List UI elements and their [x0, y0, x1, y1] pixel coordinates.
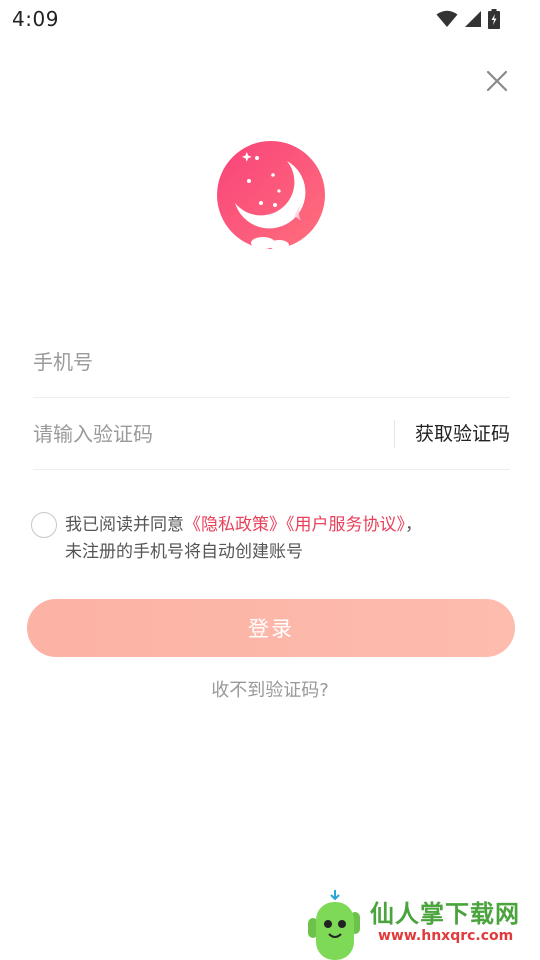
- login-button[interactable]: 登录: [27, 599, 515, 657]
- phone-input[interactable]: [33, 326, 510, 398]
- signal-icon: [464, 10, 482, 28]
- get-code-button[interactable]: 获取验证码: [415, 398, 510, 470]
- no-code-help-link[interactable]: 收不到验证码?: [0, 676, 540, 702]
- watermark: 仙人掌下载网 www.hnxqrc.com: [300, 888, 540, 960]
- watermark-text: 仙人掌下载网: [370, 900, 520, 928]
- watermark-url: www.hnxqrc.com: [378, 928, 514, 944]
- app-logo: [217, 141, 325, 250]
- phone-field: [33, 326, 510, 398]
- status-icons: [436, 9, 500, 29]
- agreement-checkbox[interactable]: [31, 512, 57, 538]
- login-screen: 4:09 手机号 请输入验证码 获取验证码 我已阅读并同意《隐私政策》《用户服务…: [0, 0, 540, 960]
- privacy-policy-link[interactable]: 《隐私政策》: [184, 515, 286, 535]
- agreement-line2: 未注册的手机号将自动创建账号: [65, 542, 303, 562]
- status-time: 4:09: [12, 7, 59, 31]
- verification-code-input[interactable]: [33, 398, 383, 470]
- close-icon: [486, 70, 508, 92]
- terms-of-service-link[interactable]: 《用户服务协议》: [286, 515, 405, 535]
- field-divider: [394, 420, 395, 448]
- cactus-icon: [308, 890, 360, 960]
- status-bar: 4:09: [0, 0, 540, 38]
- moon-logo-icon: [217, 141, 325, 250]
- agreement-text: 我已阅读并同意《隐私政策》《用户服务协议》， 未注册的手机号将自动创建账号: [65, 512, 505, 566]
- agreement-prefix: 我已阅读并同意: [65, 515, 184, 535]
- wifi-icon: [436, 10, 458, 28]
- verification-code-field: 获取验证码: [33, 398, 510, 470]
- agreement-suffix: ，: [405, 515, 422, 535]
- battery-icon: [488, 9, 500, 29]
- close-button[interactable]: [484, 68, 510, 94]
